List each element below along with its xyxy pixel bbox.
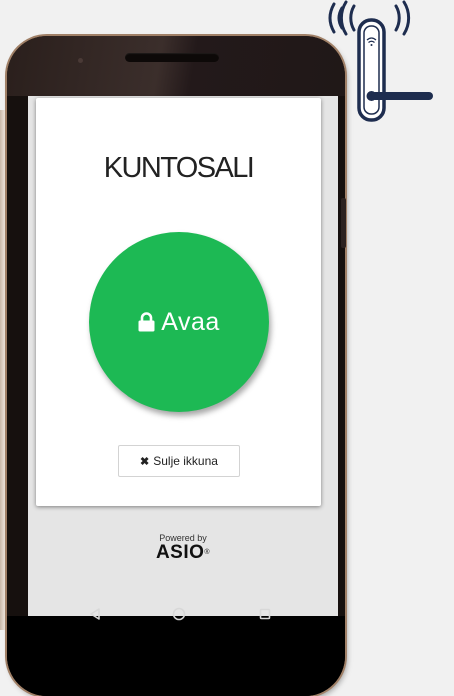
front-sensor <box>78 58 83 63</box>
open-door-button[interactable]: Avaa <box>89 232 269 412</box>
lock-icon <box>138 312 155 332</box>
trademark-mark: ® <box>204 549 211 556</box>
open-button-label: Avaa <box>161 307 220 336</box>
door-lock-wifi-icon <box>328 0 433 122</box>
phone-top-bezel <box>7 36 345 96</box>
home-icon <box>172 607 186 621</box>
earpiece-speaker <box>125 53 219 62</box>
brand-name: ASIO <box>155 542 205 563</box>
phone-side-button <box>341 198 346 248</box>
nav-recents-button[interactable] <box>253 602 277 626</box>
close-button-label: Sulje ikkuna <box>153 454 218 468</box>
background-edge <box>0 110 5 630</box>
back-icon <box>90 608 100 620</box>
access-dialog: KUNTOSALI Avaa ✖ Sulje ikkuna <box>36 98 321 506</box>
navigation-bar <box>7 616 345 696</box>
close-window-button[interactable]: ✖ Sulje ikkuna <box>118 445 240 477</box>
nav-back-button[interactable] <box>83 602 107 626</box>
phone-mockup: KUNTOSALI Avaa ✖ Sulje ikkuna Powered by… <box>7 36 345 696</box>
powered-by-logo: Powered by ASIO® <box>28 533 338 563</box>
x-icon: ✖ <box>140 455 150 468</box>
phone-screen: KUNTOSALI Avaa ✖ Sulje ikkuna Powered by… <box>28 96 338 616</box>
page-title: KUNTOSALI <box>103 152 255 184</box>
recents-icon <box>259 608 271 620</box>
nav-home-button[interactable] <box>167 602 191 626</box>
asio-brand: ASIO® <box>28 543 338 563</box>
